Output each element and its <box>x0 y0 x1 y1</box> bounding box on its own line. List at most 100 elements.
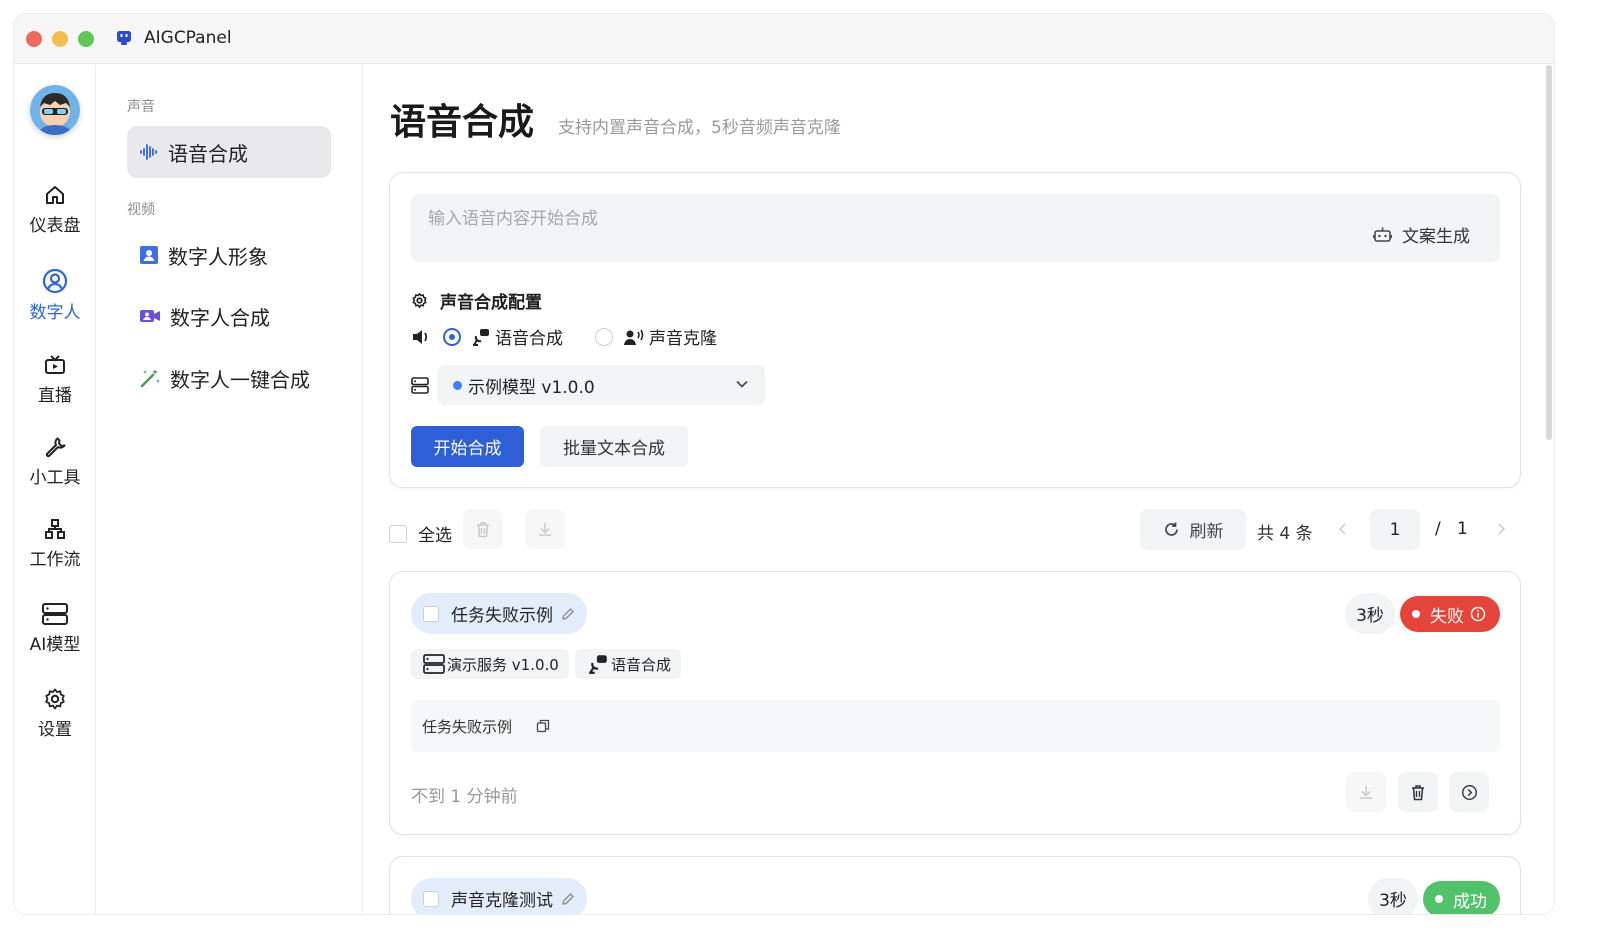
page-title: 语音合成 <box>390 102 535 143</box>
chevron-left-icon[interactable] <box>1337 521 1349 537</box>
rail-label: 工作流 <box>29 550 81 570</box>
status-label: 成功 <box>1453 891 1487 912</box>
subnav-item-digital-human-synthesis[interactable]: 数字人合成 <box>127 290 331 342</box>
bulk-delete-button[interactable] <box>463 509 503 549</box>
rail-item-settings[interactable]: 设置 <box>14 687 96 740</box>
status-badge[interactable]: 失败 <box>1400 596 1500 632</box>
synthesis-card: 输入语音内容开始合成 文案生成 声音合成配置 语音合成 声音克隆 示例模型 v1… <box>389 172 1521 488</box>
batch-synthesis-button[interactable]: 批量文本合成 <box>540 426 688 467</box>
start-synthesis-button[interactable]: 开始合成 <box>411 426 524 467</box>
robot-icon <box>1373 227 1392 242</box>
gear-icon <box>45 688 65 710</box>
server-icon <box>42 603 68 625</box>
rail-label: 小工具 <box>29 468 81 488</box>
server-icon <box>423 654 445 674</box>
info-icon <box>1470 606 1486 622</box>
status-badge: 成功 <box>1423 881 1500 914</box>
select-all-label: 全选 <box>418 526 452 546</box>
portrait-icon <box>140 246 158 264</box>
task-card: 任务失败示例 3秒 失败 演示服务 v1.0.0 语音合成 任务失败示例 不到 … <box>389 571 1521 835</box>
copy-icon[interactable] <box>536 719 550 733</box>
task-delete-button[interactable] <box>1398 772 1438 812</box>
main-rail: 仪表盘 数字人 直播 小工具 工作流 AI模型 设置 <box>14 65 96 914</box>
synthesis-text-input[interactable]: 输入语音内容开始合成 文案生成 <box>411 194 1500 262</box>
mode-radio-voice-clone[interactable] <box>595 327 613 346</box>
microphone-icon <box>473 328 489 346</box>
pencil-icon[interactable] <box>561 892 575 906</box>
minimize-window-button[interactable] <box>52 31 68 47</box>
select-all[interactable]: 全选 <box>389 521 452 546</box>
select-all-checkbox[interactable] <box>389 524 407 543</box>
status-dot <box>1412 610 1420 618</box>
page-total: 1 <box>1457 519 1468 539</box>
close-window-button[interactable] <box>26 31 42 47</box>
status-label: 失败 <box>1430 606 1464 627</box>
avatar[interactable] <box>30 85 80 135</box>
server-icon <box>411 376 429 394</box>
rail-label: 直播 <box>38 386 72 406</box>
refresh-button[interactable]: 刷新 <box>1140 509 1246 550</box>
task-tag-service: 演示服务 v1.0.0 <box>411 649 569 679</box>
scrollbar[interactable] <box>1546 65 1552 440</box>
avatar-image-icon <box>30 85 80 135</box>
trash-icon <box>1412 784 1424 800</box>
rail-label: AI模型 <box>29 635 81 655</box>
total-count: 共 4 条 <box>1257 524 1313 544</box>
bulk-download-button[interactable] <box>525 509 565 549</box>
model-selected-label: 示例模型 v1.0.0 <box>468 377 595 398</box>
page-separator: / <box>1435 519 1441 539</box>
model-select[interactable]: 示例模型 v1.0.0 <box>437 365 765 405</box>
task-download-button[interactable] <box>1346 772 1386 812</box>
task-card: 声音克隆测试 3秒 成功 <box>389 856 1521 914</box>
chevron-right-icon[interactable] <box>1495 521 1507 537</box>
subnav-group-sound: 声音 <box>127 99 155 115</box>
subnav-item-label: 数字人形象 <box>168 244 268 269</box>
home-icon <box>46 186 64 204</box>
rail-item-ai-model[interactable]: AI模型 <box>14 602 96 655</box>
voice-clone-icon <box>624 329 644 345</box>
subnav-item-one-click-synthesis[interactable]: 数字人一键合成 <box>127 352 331 404</box>
subnav-item-voice-synthesis[interactable]: 语音合成 <box>127 126 331 178</box>
page-current-input[interactable]: 1 <box>1370 509 1420 550</box>
circle-arrow-right-icon <box>1461 784 1477 800</box>
task-title-pill[interactable]: 任务失败示例 <box>411 593 587 634</box>
pencil-icon[interactable] <box>561 607 575 621</box>
task-time: 不到 1 分钟前 <box>411 787 518 807</box>
subnav-item-label: 数字人合成 <box>170 305 270 330</box>
mode-label-voice-clone: 声音克隆 <box>649 329 717 349</box>
wrench-icon <box>45 437 66 458</box>
page-subtitle: 支持内置声音合成，5秒音频声音克隆 <box>558 118 841 138</box>
task-title-pill[interactable]: 声音克隆测试 <box>411 878 587 914</box>
task-title: 声音克隆测试 <box>451 891 553 911</box>
input-placeholder: 输入语音内容开始合成 <box>428 209 598 229</box>
subnav-group-video: 视频 <box>127 202 155 218</box>
mode-label-voice-synthesis: 语音合成 <box>495 329 563 349</box>
user-circle-icon <box>42 268 68 294</box>
rail-item-live[interactable]: 直播 <box>14 353 96 406</box>
rail-item-tools[interactable]: 小工具 <box>14 435 96 488</box>
task-checkbox[interactable] <box>423 605 439 622</box>
trash-icon <box>477 521 489 537</box>
task-checkbox[interactable] <box>423 890 439 907</box>
rail-label: 数字人 <box>29 303 81 323</box>
subnav-item-label: 语音合成 <box>168 141 248 166</box>
gear-icon <box>412 292 427 309</box>
rail-item-workflow[interactable]: 工作流 <box>14 517 96 570</box>
rail-item-digital-human[interactable]: 数字人 <box>14 268 96 323</box>
download-icon <box>539 523 551 536</box>
list-toolbar: 全选 刷新 共 4 条 1 / 1 <box>389 509 1521 551</box>
main-content: 语音合成 支持内置声音合成，5秒音频声音克隆 输入语音内容开始合成 文案生成 声… <box>364 65 1554 914</box>
mode-radio-voice-synthesis[interactable] <box>443 327 461 346</box>
config-title-label: 声音合成配置 <box>440 293 542 313</box>
rail-item-dashboard[interactable]: 仪表盘 <box>14 183 96 236</box>
title-bar: AIGCPanel <box>14 14 1554 64</box>
app-title: AIGCPanel <box>144 28 232 48</box>
task-detail-button[interactable] <box>1449 772 1489 812</box>
microphone-icon <box>589 655 607 674</box>
workflow-icon <box>45 519 65 539</box>
maximize-window-button[interactable] <box>78 31 94 47</box>
rail-label: 仪表盘 <box>29 216 81 236</box>
copywriting-generate-button[interactable]: 文案生成 <box>1373 222 1470 247</box>
task-tag-type: 语音合成 <box>575 649 682 679</box>
subnav-item-digital-human-avatar[interactable]: 数字人形象 <box>127 229 331 281</box>
